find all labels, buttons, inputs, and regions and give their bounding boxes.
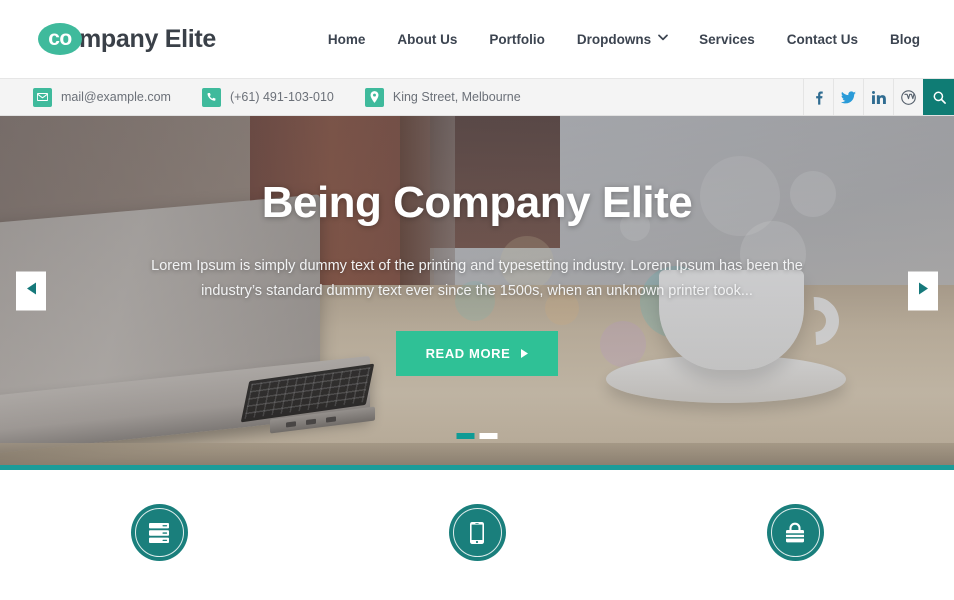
site-logo[interactable]: co mpany Elite (38, 23, 216, 55)
slider-pagination (456, 433, 498, 439)
hero-content: Being Company Elite Lorem Ipsum is simpl… (0, 116, 954, 465)
nav-item-home[interactable]: Home (312, 32, 382, 47)
twitter-icon[interactable] (833, 79, 863, 115)
server-icon[interactable] (130, 504, 188, 561)
hero-slider: Being Company Elite Lorem Ipsum is simpl… (0, 116, 954, 470)
nav-label: About Us (397, 31, 458, 47)
search-icon[interactable] (923, 79, 954, 115)
nav-label: Portfolio (489, 31, 545, 47)
logo-text: mpany Elite (79, 24, 217, 53)
contact-address-text: King Street, Melbourne (392, 90, 521, 104)
logo-mark-icon: co (38, 23, 82, 55)
nav-item-blog[interactable]: Blog (874, 32, 920, 47)
slider-dot-2[interactable] (479, 433, 498, 439)
nav-label: Contact Us (786, 31, 858, 47)
phone-icon (201, 87, 221, 107)
envelope-icon (33, 87, 52, 107)
contact-phone[interactable]: (+61) 491-103-010 (201, 87, 334, 107)
contact-bar: mail@example.com (+61) 491-103-010 King … (0, 78, 954, 116)
read-more-button[interactable]: READ MORE (395, 331, 559, 377)
facebook-icon[interactable] (803, 79, 833, 115)
contact-email[interactable]: mail@example.com (33, 87, 171, 107)
service-item-hosting (0, 504, 318, 561)
logo-mark-text: co (48, 26, 72, 50)
slider-dot-1[interactable] (456, 433, 475, 439)
nav-label: Blog (890, 31, 920, 47)
contact-phone-text: (+61) 491-103-010 (229, 90, 334, 104)
nav-item-services[interactable]: Services (683, 32, 771, 47)
shopping-bag-icon[interactable] (766, 504, 824, 561)
read-more-label: READ MORE (425, 346, 511, 362)
site-header: co mpany Elite Home About Us Portfolio D… (0, 0, 954, 78)
nav-label: Services (699, 31, 755, 47)
linkedin-icon[interactable] (863, 79, 893, 115)
hero-subtitle: Lorem Ipsum is simply dummy text of the … (151, 258, 803, 300)
wordpress-icon[interactable] (893, 79, 923, 115)
chevron-right-icon (918, 282, 928, 300)
chevron-left-icon (26, 282, 36, 300)
map-pin-icon (364, 87, 384, 107)
main-navigation: Home About Us Portfolio Dropdowns Servic… (312, 32, 920, 47)
nav-label: Dropdowns (576, 31, 652, 47)
mobile-icon[interactable] (448, 504, 506, 561)
social-links (803, 79, 954, 115)
contact-email-text: mail@example.com (61, 90, 171, 104)
service-icons-row (0, 470, 954, 595)
slider-next-button[interactable] (908, 271, 938, 310)
contact-list: mail@example.com (+61) 491-103-010 King … (0, 79, 552, 115)
service-item-mobile (318, 504, 636, 561)
nav-item-dropdowns[interactable]: Dropdowns (561, 32, 683, 47)
service-item-shop (636, 504, 954, 561)
arrow-right-icon (521, 346, 529, 361)
hero-title: Being Company Elite (261, 178, 693, 227)
nav-item-portfolio[interactable]: Portfolio (473, 32, 561, 47)
contact-address[interactable]: King Street, Melbourne (364, 87, 521, 107)
slider-prev-button[interactable] (16, 271, 46, 310)
nav-item-about-us[interactable]: About Us (381, 32, 473, 47)
nav-item-contact-us[interactable]: Contact Us (771, 32, 874, 47)
nav-label: Home (327, 31, 366, 47)
chevron-down-icon (658, 34, 669, 43)
